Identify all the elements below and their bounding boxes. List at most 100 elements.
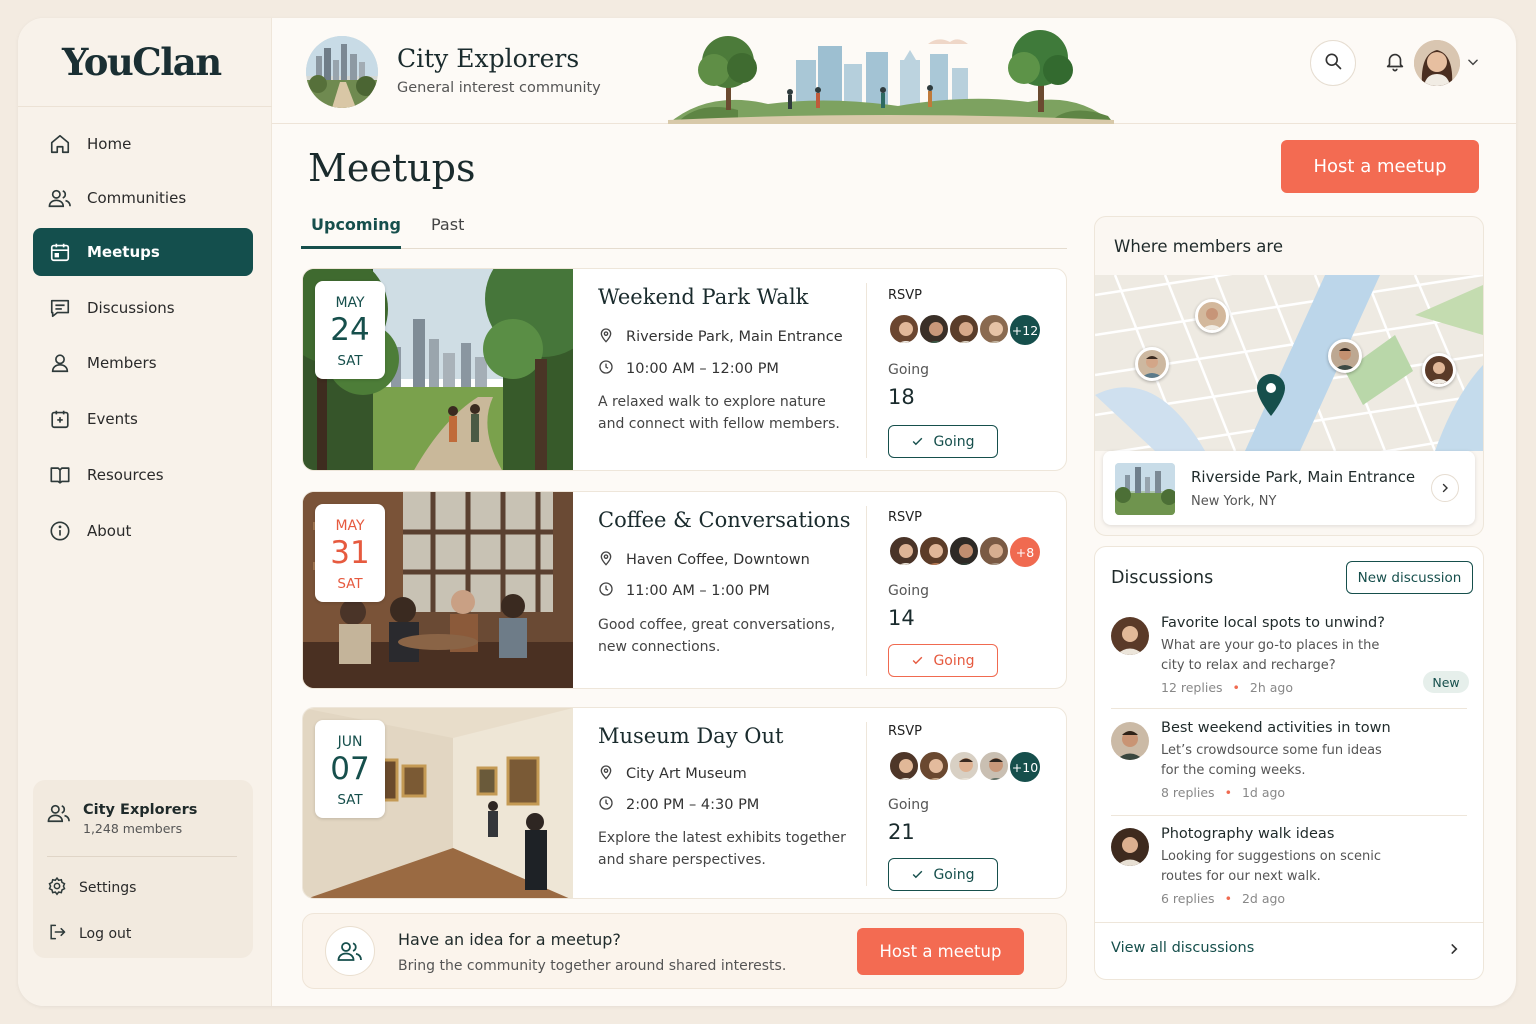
meetup-description: A relaxed walk to explore nature and con… — [598, 394, 840, 432]
settings-label: Settings — [79, 880, 137, 896]
discussion-meta: 8 replies • 1d ago — [1161, 785, 1286, 800]
sidebar-item-discussions[interactable]: Discussions — [33, 284, 253, 332]
chevron-right-icon[interactable] — [1431, 474, 1459, 502]
host-meetup-button[interactable]: Host a meetup — [1281, 140, 1479, 193]
meetup-tabs: Upcoming Past — [301, 213, 1067, 249]
meetup-time: 10:00 AM – 12:00 PM — [598, 359, 779, 379]
sidebar-item-label: Meetups — [87, 243, 160, 261]
sidebar-item-communities[interactable]: Communities — [33, 174, 253, 222]
divider — [1095, 922, 1483, 923]
sidebar-item-label: Events — [87, 410, 138, 428]
community-member-count: 1,248 members — [83, 821, 183, 836]
post-age: 2h ago — [1249, 680, 1293, 695]
meetup-card[interactable]: MAY 31 SAT Coffee & Conversations Haven … — [302, 491, 1067, 689]
user-avatar[interactable] — [1414, 40, 1460, 86]
going-button[interactable]: Going — [888, 644, 998, 677]
chevron-right-icon[interactable] — [1447, 941, 1461, 960]
bell-icon — [1384, 50, 1406, 76]
search-button[interactable] — [1310, 40, 1356, 86]
discussion-title: Photography walk ideas — [1161, 826, 1335, 842]
sidebar-item-resources[interactable]: Resources — [33, 451, 253, 499]
users-icon — [325, 926, 375, 976]
meetup-image-cafe: MAY 31 SAT — [303, 492, 573, 688]
location-city: New York, NY — [1191, 494, 1277, 509]
meetup-title[interactable]: Museum Day Out — [598, 724, 783, 748]
settings-link[interactable]: Settings — [47, 876, 136, 900]
post-age: 2d ago — [1241, 891, 1286, 906]
pin-icon — [598, 550, 626, 570]
avatar — [888, 750, 920, 782]
sidebar-item-members[interactable]: Members — [33, 339, 253, 387]
meetup-idea-banner: Have an idea for a meetup? Bring the com… — [302, 913, 1067, 989]
calendar-check-icon — [47, 406, 73, 432]
reply-count: 6 replies — [1161, 891, 1215, 906]
time-text: 2:00 PM – 4:30 PM — [626, 797, 760, 813]
check-icon — [911, 654, 924, 667]
discussion-title: Best weekend activities in town — [1161, 720, 1391, 736]
logout-link[interactable]: Log out — [47, 922, 131, 946]
meetup-description: Explore the latest exhibits together and… — [598, 830, 846, 868]
member-pin-avatar[interactable] — [1135, 347, 1169, 381]
map-pin-icon[interactable] — [1255, 373, 1287, 421]
meetup-image-park: MAY 24 SAT — [303, 269, 573, 470]
attendee-avatars[interactable]: +10 — [888, 750, 1042, 784]
meetup-image-museum: JUN 07 SAT — [303, 708, 573, 898]
member-pin-avatar[interactable] — [1195, 299, 1229, 333]
app-logo[interactable]: YouClan — [62, 40, 222, 84]
view-all-discussions-link[interactable]: View all discussions — [1111, 940, 1254, 956]
logout-label: Log out — [79, 926, 132, 942]
avatar — [1111, 617, 1149, 655]
meetup-location: City Art Museum — [598, 764, 747, 784]
reply-count: 12 replies — [1161, 680, 1223, 695]
users-icon — [47, 185, 73, 211]
post-age: 1d ago — [1241, 785, 1286, 800]
avatar — [918, 750, 950, 782]
meetup-card[interactable]: MAY 24 SAT Weekend Park Walk Riverside P… — [302, 268, 1067, 471]
avatar — [948, 313, 980, 345]
new-badge: New — [1423, 671, 1469, 693]
clock-icon — [598, 359, 626, 379]
home-icon — [47, 131, 73, 157]
host-meetup-button[interactable]: Host a meetup — [857, 928, 1024, 975]
member-pin-avatar[interactable] — [1422, 353, 1456, 387]
meetup-title[interactable]: Weekend Park Walk — [598, 285, 808, 309]
date-day: 24 — [330, 312, 370, 348]
member-pin-avatar[interactable] — [1328, 339, 1362, 373]
attendee-avatars[interactable]: +12 — [888, 313, 1042, 347]
header-illustration — [668, 30, 1114, 124]
idea-title: Have an idea for a meetup? — [398, 930, 621, 949]
location-text: City Art Museum — [626, 766, 747, 782]
meetup-card[interactable]: JUN 07 SAT Museum Day Out City Art Museu… — [302, 707, 1067, 899]
avatar — [978, 313, 1010, 345]
new-discussion-button[interactable]: New discussion — [1346, 561, 1473, 594]
members-map[interactable] — [1095, 275, 1483, 451]
extra-attendees-count: +10 — [1008, 750, 1042, 784]
sidebar-item-about[interactable]: About — [33, 507, 253, 555]
avatar — [978, 750, 1010, 782]
chevron-down-icon[interactable] — [1466, 54, 1480, 73]
sidebar-item-meetups[interactable]: Meetups — [33, 228, 253, 276]
divider — [866, 283, 867, 458]
divider — [866, 506, 867, 676]
notifications-button[interactable] — [1372, 40, 1418, 86]
community-info[interactable]: City Explorers 1,248 members — [47, 802, 197, 836]
tab-past[interactable]: Past — [421, 213, 474, 249]
going-button[interactable]: Going — [888, 858, 998, 891]
date-weekday: SAT — [337, 792, 363, 808]
date-weekday: SAT — [337, 353, 363, 369]
date-badge: JUN 07 SAT — [315, 720, 385, 818]
going-button[interactable]: Going — [888, 425, 998, 458]
rsvp-label: RSVP — [888, 288, 923, 303]
sidebar-item-home[interactable]: Home — [33, 120, 253, 168]
meetup-title[interactable]: Coffee & Conversations — [598, 508, 851, 532]
attendee-avatars[interactable]: +8 — [888, 535, 1042, 569]
header: City Explorers General interest communit… — [272, 18, 1516, 124]
community-avatar — [306, 36, 378, 108]
location-card[interactable]: Riverside Park, Main Entrance New York, … — [1103, 451, 1475, 525]
date-month: JUN — [337, 734, 363, 750]
gear-icon — [47, 876, 79, 900]
sidebar-item-events[interactable]: Events — [33, 395, 253, 443]
rsvp-label: RSVP — [888, 510, 923, 525]
tab-upcoming[interactable]: Upcoming — [301, 213, 401, 249]
discussions-panel: Discussions New discussion Favorite loca… — [1094, 546, 1484, 980]
